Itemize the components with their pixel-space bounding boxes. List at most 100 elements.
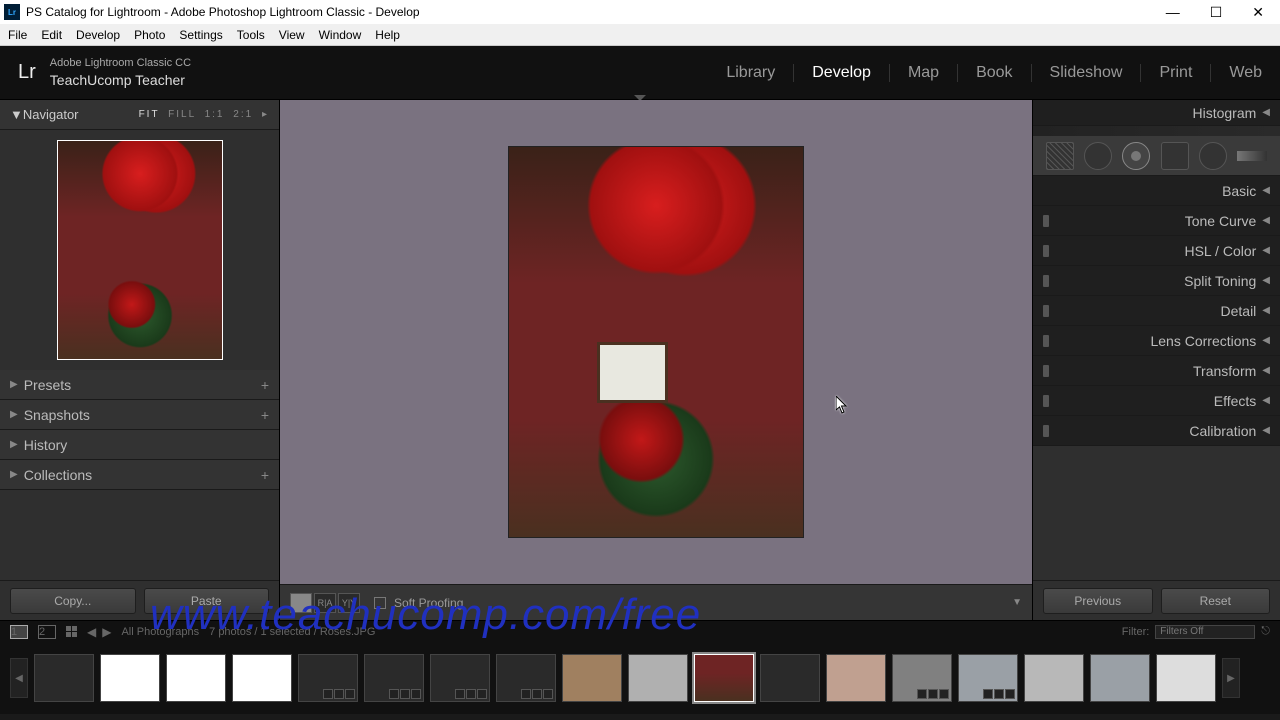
- panel-toggle[interactable]: [1043, 215, 1049, 227]
- grid-view-icon[interactable]: [66, 626, 77, 637]
- panel-presets[interactable]: ▶ Presets +: [0, 370, 279, 400]
- breadcrumb-source[interactable]: All Photographs: [121, 626, 199, 638]
- module-print[interactable]: Print: [1141, 64, 1211, 82]
- panel-toggle[interactable]: [1043, 425, 1049, 437]
- navigator-header[interactable]: ▼ Navigator FIT FILL 1:1 2:1 ▸: [0, 100, 279, 130]
- panel-label: Calibration: [1189, 423, 1256, 439]
- filmstrip-thumb-selected[interactable]: [694, 654, 754, 702]
- menu-develop[interactable]: Develop: [76, 28, 120, 42]
- module-web[interactable]: Web: [1211, 64, 1262, 82]
- filmstrip-thumb[interactable]: [364, 654, 424, 702]
- filmstrip-thumb[interactable]: [430, 654, 490, 702]
- radial-filter-tool-icon[interactable]: [1199, 142, 1227, 170]
- panel-calibration[interactable]: Calibration ◀: [1033, 416, 1280, 446]
- view-before-after-lr-button[interactable]: R|A: [314, 593, 336, 613]
- paste-button[interactable]: Paste: [144, 588, 270, 614]
- panel-histogram[interactable]: Histogram ◀: [1033, 100, 1280, 126]
- histogram-body: [1033, 126, 1280, 136]
- monitor-2-button[interactable]: 2: [38, 625, 56, 639]
- panel-toggle[interactable]: [1043, 305, 1049, 317]
- close-button[interactable]: ✕: [1252, 4, 1264, 21]
- spot-removal-tool-icon[interactable]: [1084, 142, 1112, 170]
- navigator-zoom: FIT FILL 1:1 2:1 ▸: [135, 109, 269, 120]
- module-book[interactable]: Book: [958, 64, 1031, 82]
- copy-button[interactable]: Copy...: [10, 588, 136, 614]
- filmstrip-thumb[interactable]: [166, 654, 226, 702]
- filmstrip-thumb[interactable]: [232, 654, 292, 702]
- filmstrip-thumb[interactable]: [760, 654, 820, 702]
- graduated-filter-tool-icon[interactable]: [1161, 142, 1189, 170]
- panel-basic[interactable]: Basic ◀: [1033, 176, 1280, 206]
- add-collection-icon[interactable]: +: [261, 467, 269, 483]
- panel-toggle[interactable]: [1043, 395, 1049, 407]
- menu-settings[interactable]: Settings: [179, 28, 222, 42]
- zoom-more-icon[interactable]: ▸: [262, 109, 269, 120]
- adjustment-brush-tool-icon[interactable]: [1237, 151, 1267, 161]
- filmstrip-thumb[interactable]: [1024, 654, 1084, 702]
- filmstrip-thumb[interactable]: [496, 654, 556, 702]
- filmstrip-thumb[interactable]: [562, 654, 622, 702]
- navigator-preview[interactable]: [0, 130, 279, 370]
- module-slideshow[interactable]: Slideshow: [1032, 64, 1142, 82]
- panel-toggle[interactable]: [1043, 275, 1049, 287]
- panel-transform[interactable]: Transform ◀: [1033, 356, 1280, 386]
- zoom-1-1[interactable]: 1:1: [205, 109, 225, 120]
- filmstrip-thumb[interactable]: [100, 654, 160, 702]
- filter-dropdown[interactable]: Filters Off: [1155, 625, 1255, 639]
- maximize-button[interactable]: ☐: [1210, 4, 1223, 21]
- menu-help[interactable]: Help: [375, 28, 400, 42]
- nav-fwd-icon[interactable]: ▶: [102, 625, 111, 639]
- monitor-1-button[interactable]: 1: [10, 625, 28, 639]
- panel-hsl-color[interactable]: HSL / Color ◀: [1033, 236, 1280, 266]
- zoom-fit[interactable]: FIT: [139, 109, 160, 120]
- filmstrip-thumb[interactable]: [628, 654, 688, 702]
- panel-label: Collections: [24, 467, 92, 483]
- module-map[interactable]: Map: [890, 64, 958, 82]
- panel-snapshots[interactable]: ▶ Snapshots +: [0, 400, 279, 430]
- filmstrip-thumb[interactable]: [958, 654, 1018, 702]
- crop-tool-icon[interactable]: [1046, 142, 1074, 170]
- panel-toggle[interactable]: [1043, 245, 1049, 257]
- account-name[interactable]: TeachUcomp Teacher: [50, 71, 191, 89]
- module-develop[interactable]: Develop: [794, 64, 890, 82]
- filmstrip-thumb[interactable]: [826, 654, 886, 702]
- panel-history[interactable]: ▶ History: [0, 430, 279, 460]
- add-snapshot-icon[interactable]: +: [261, 407, 269, 423]
- filmstrip-thumb[interactable]: [892, 654, 952, 702]
- panel-split-toning[interactable]: Split Toning ◀: [1033, 266, 1280, 296]
- panel-toggle[interactable]: [1043, 365, 1049, 377]
- add-preset-icon[interactable]: +: [261, 377, 269, 393]
- filmstrip-next-icon[interactable]: ▶: [1222, 658, 1240, 698]
- filmstrip-prev-icon[interactable]: ◀: [10, 658, 28, 698]
- menu-tools[interactable]: Tools: [237, 28, 265, 42]
- panel-toggle[interactable]: [1043, 335, 1049, 347]
- filter-lock-icon[interactable]: ⎋: [1261, 625, 1270, 638]
- filmstrip-thumb[interactable]: [34, 654, 94, 702]
- redeye-tool-icon[interactable]: [1122, 142, 1150, 170]
- panel-effects[interactable]: Effects ◀: [1033, 386, 1280, 416]
- panel-detail[interactable]: Detail ◀: [1033, 296, 1280, 326]
- filmstrip-thumb[interactable]: [298, 654, 358, 702]
- panel-tone-curve[interactable]: Tone Curve ◀: [1033, 206, 1280, 236]
- nav-back-icon[interactable]: ◀: [87, 625, 96, 639]
- menu-window[interactable]: Window: [319, 28, 362, 42]
- menu-file[interactable]: File: [8, 28, 27, 42]
- previous-button[interactable]: Previous: [1043, 588, 1153, 614]
- soft-proof-checkbox[interactable]: [374, 597, 386, 609]
- view-loupe-button[interactable]: [290, 593, 312, 613]
- zoom-2-1[interactable]: 2:1: [233, 109, 253, 120]
- view-before-after-tb-button[interactable]: Y|Y: [338, 593, 360, 613]
- module-library[interactable]: Library: [708, 64, 794, 82]
- panel-collections[interactable]: ▶ Collections +: [0, 460, 279, 490]
- menu-view[interactable]: View: [279, 28, 305, 42]
- photo-area[interactable]: [280, 100, 1032, 584]
- filmstrip-thumb[interactable]: [1090, 654, 1150, 702]
- reset-button[interactable]: Reset: [1161, 588, 1271, 614]
- minimize-button[interactable]: —: [1166, 4, 1180, 21]
- zoom-fill[interactable]: FILL: [168, 109, 196, 120]
- panel-lens-corrections[interactable]: Lens Corrections ◀: [1033, 326, 1280, 356]
- toolbar-menu-icon[interactable]: ▼: [1012, 597, 1022, 608]
- menu-photo[interactable]: Photo: [134, 28, 165, 42]
- filmstrip-thumb[interactable]: [1156, 654, 1216, 702]
- menu-edit[interactable]: Edit: [41, 28, 62, 42]
